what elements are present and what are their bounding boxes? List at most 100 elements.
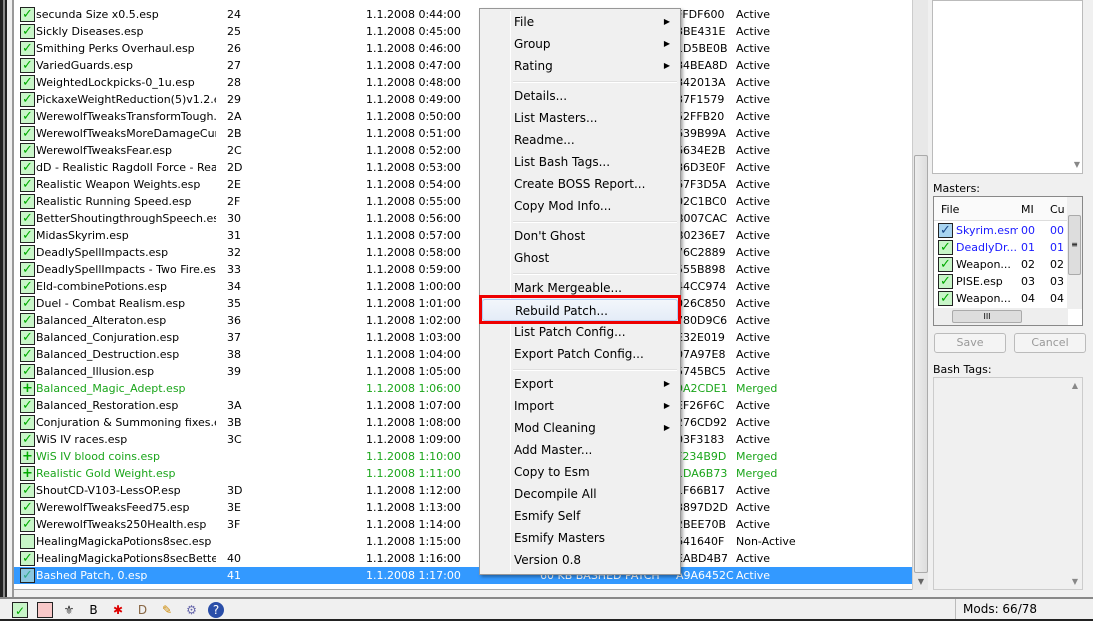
menu-item-copy-mod-info[interactable]: Copy Mod Info...	[482, 195, 678, 217]
table-row[interactable]: ✓ WerewolfTweaksMoreDamageCur... 2B 1.1.200…	[14, 125, 912, 142]
menu-item-export-patch-config[interactable]: Export Patch Config...	[482, 343, 678, 365]
checkbox-checked[interactable]: ✓	[20, 415, 35, 430]
col-mi[interactable]: MI	[1021, 203, 1034, 216]
checkbox-checked[interactable]: ✓	[20, 160, 35, 175]
table-row[interactable]: ✓ Balanced_Conjuration.esp 37 1.1.2008 1:03…	[14, 329, 912, 346]
checkbox-checked[interactable]: ✓	[20, 313, 35, 328]
checkbox-checked[interactable]: ✓	[20, 551, 35, 566]
checkbox-checked[interactable]: ✓	[20, 194, 35, 209]
table-row[interactable]: ✓ WerewolfTweaksFeed75.esp 3E 1.1.2008 1:13…	[14, 499, 912, 516]
checkbox-checked[interactable]: ✓	[20, 279, 35, 294]
scroll-up-arrow-icon[interactable]: ▲	[1072, 381, 1078, 390]
scroll-down-arrow-icon[interactable]: ▼	[913, 573, 929, 590]
mods-list[interactable]: ✓ secunda Size x0.5.esp 24 1.1.2008 0:44:00…	[14, 0, 912, 590]
table-row[interactable]: ✓ BetterShoutingthroughSpeech.esp 30 1.1.20…	[14, 210, 912, 227]
table-row[interactable]: ✓ Balanced_Alteraton.esp 36 1.1.2008 1:02:0…	[14, 312, 912, 329]
checkbox-checked[interactable]: ✓	[20, 177, 35, 192]
masters-hscroll[interactable]: III	[934, 308, 1068, 325]
checkbox-checked[interactable]: ✓	[20, 330, 35, 345]
checkbox-checked[interactable]: ✓	[20, 228, 35, 243]
checkbox-checked[interactable]: ✓	[20, 398, 35, 413]
checkbox-checked[interactable]: ✓	[20, 143, 35, 158]
menu-item-create-boss-report[interactable]: Create BOSS Report...	[482, 173, 678, 195]
merged-plus-icon[interactable]: +	[20, 466, 35, 481]
menu-item-don-t-ghost[interactable]: Don't Ghost	[482, 225, 678, 247]
mods-list-scrollbar[interactable]: ▼	[912, 0, 928, 590]
bash-tags-box[interactable]: ▲ ▼	[933, 377, 1083, 590]
masters-vscroll[interactable]: ≡	[1067, 197, 1082, 309]
table-row[interactable]: ✓ ShoutCD-V103-LessOP.esp 3D 1.1.2008 1:12:…	[14, 482, 912, 499]
cancel-button[interactable]: Cancel	[1014, 333, 1086, 353]
table-row[interactable]: ✓HealingMagickaPotions8secBetterS... 40 1.…	[14, 550, 912, 567]
menu-item-decompile-all[interactable]: Decompile All	[482, 483, 678, 505]
menu-item-list-masters[interactable]: List Masters...	[482, 107, 678, 129]
table-row[interactable]: ✓ WerewolfTweaksFear.esp 2C 1.1.2008 0:52:0…	[14, 142, 912, 159]
menu-item-version-0-8[interactable]: Version 0.8	[482, 549, 678, 571]
menu-item-copy-to-esm[interactable]: Copy to Esm	[482, 461, 678, 483]
master-row[interactable]: ✓ PISE.esp 03 03	[934, 273, 1068, 290]
menu-item-add-master[interactable]: Add Master...	[482, 439, 678, 461]
menu-item-esmify-self[interactable]: Esmify Self	[482, 505, 678, 527]
menu-item-list-patch-config[interactable]: List Patch Config...	[482, 321, 678, 343]
table-row[interactable]: ✓ WerewolfTweaksTransformTough... 2A 1.1.20…	[14, 108, 912, 125]
table-row[interactable]: ✓ Conjuration & Summoning fixes.esp 3B 1.1.…	[14, 414, 912, 431]
table-row[interactable]: HealingMagickaPotions8sec.esp 1.1.2008 1:…	[14, 533, 912, 550]
checkbox-checked[interactable]: ✓	[20, 92, 35, 107]
menu-item-list-bash-tags[interactable]: List Bash Tags...	[482, 151, 678, 173]
table-row[interactable]: ✓ Realistic Running Speed.esp 2F 1.1.2008 0…	[14, 193, 912, 210]
masters-table[interactable]: File MI Cu ✓ Skyrim.esm 00 00 ✓ DeadlyDr... 01…	[933, 196, 1083, 326]
checkbox-checked[interactable]: ✓	[20, 517, 35, 532]
table-row[interactable]: ✓ MidasSkyrim.esp 31 1.1.2008 0:57:00 B0236E…	[14, 227, 912, 244]
table-row[interactable]: ✓ Bashed Patch, 0.esp 41 1.1.2008 1:17:00 60…	[14, 567, 912, 584]
tes5edit-icon[interactable]: ✱	[110, 602, 126, 618]
checkbox-checked[interactable]: ✓	[20, 41, 35, 56]
checkbox-checked[interactable]: ✓	[938, 223, 953, 238]
menu-item-group[interactable]: Group ▶	[482, 33, 678, 55]
checkbox-unchecked[interactable]	[20, 534, 35, 549]
notepad-icon[interactable]: ✎	[159, 602, 175, 618]
table-row[interactable]: ✓ Duel - Combat Realism.esp 35 1.1.2008 1:0…	[14, 295, 912, 312]
boss-icon[interactable]: B	[86, 602, 102, 618]
merged-plus-icon[interactable]: +	[20, 449, 35, 464]
checkbox-checked[interactable]: ✓	[938, 257, 953, 272]
checkbox-checked[interactable]: ✓	[938, 274, 953, 289]
table-row[interactable]: ✓ WerewolfTweaks250Health.esp 3F 1.1.2008 1…	[14, 516, 912, 533]
checkbox-checked[interactable]: ✓	[20, 347, 35, 362]
menu-item-import[interactable]: Import ▶	[482, 395, 678, 417]
checkbox-checked[interactable]: ✓	[20, 211, 35, 226]
table-row[interactable]: ✓ Smithing Perks Overhaul.esp 26 1.1.2008 0…	[14, 40, 912, 57]
doc-browser-icon[interactable]: D	[135, 602, 151, 618]
table-row[interactable]: ✓ Sickly Diseases.esp 25 1.1.2008 0:45:00 3B…	[14, 23, 912, 40]
merged-plus-icon[interactable]: +	[20, 381, 35, 396]
checkbox-checked[interactable]: ✓	[20, 483, 35, 498]
checkbox-checked[interactable]: ✓	[20, 568, 35, 583]
table-row[interactable]: ✓ WeightedLockpicks-0_1u.esp 28 1.1.2008 0:…	[14, 74, 912, 91]
checkbox-checked[interactable]: ✓	[20, 109, 35, 124]
check-all-icon[interactable]: ✓	[12, 602, 28, 618]
menu-item-readme[interactable]: Readme...	[482, 129, 678, 151]
menu-item-details[interactable]: Details...	[482, 85, 678, 107]
menu-item-esmify-masters[interactable]: Esmify Masters	[482, 527, 678, 549]
table-row[interactable]: + WiS IV blood coins.esp 1.1.2008 1:10:00 F…	[14, 448, 912, 465]
help-icon[interactable]: ?	[208, 602, 224, 618]
master-row[interactable]: ✓ Weapon... 02 02	[934, 256, 1068, 273]
table-row[interactable]: ✓ Eld-combinePotions.esp 34 1.1.2008 1:00:0…	[14, 278, 912, 295]
menu-item-rating[interactable]: Rating ▶	[482, 55, 678, 77]
checkbox-checked[interactable]: ✓	[20, 24, 35, 39]
checkbox-checked[interactable]: ✓	[20, 245, 35, 260]
save-button[interactable]: Save	[934, 333, 1006, 353]
col-file[interactable]: File	[941, 203, 959, 216]
menu-item-file[interactable]: File ▶	[482, 11, 678, 33]
table-row[interactable]: ✓ Balanced_Illusion.esp 39 1.1.2008 1:05:00…	[14, 363, 912, 380]
checkbox-checked[interactable]: ✓	[938, 291, 953, 306]
table-row[interactable]: ✓ secunda Size x0.5.esp 24 1.1.2008 0:44:00…	[14, 6, 912, 23]
checkbox-checked[interactable]: ✓	[20, 262, 35, 277]
scrollbar-thumb[interactable]	[914, 155, 928, 573]
uncheck-all-icon[interactable]	[36, 602, 53, 618]
col-cu[interactable]: Cu	[1050, 203, 1065, 216]
table-row[interactable]: ✓ VariedGuards.esp 27 1.1.2008 0:47:00 84BEA…	[14, 57, 912, 74]
checkbox-checked[interactable]: ✓	[20, 500, 35, 515]
table-row[interactable]: + Balanced_Magic_Adept.esp 1.1.2008 1:06:0…	[14, 380, 912, 397]
skyrim-icon[interactable]: ⚜	[61, 602, 77, 618]
scroll-down-arrow-icon[interactable]: ▼	[1072, 577, 1078, 586]
